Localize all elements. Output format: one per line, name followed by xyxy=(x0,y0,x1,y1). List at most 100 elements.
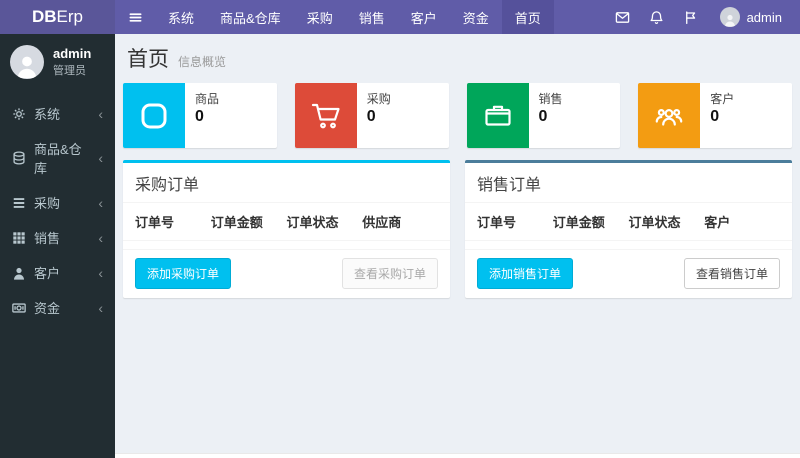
add-purchase-order-button[interactable]: 添加采购订单 xyxy=(135,258,232,289)
sidebar-user-panel: admin 管理员 xyxy=(0,34,115,92)
add-sales-order-button[interactable]: 添加销售订单 xyxy=(477,258,574,289)
stat-content: 客户 0 xyxy=(700,83,744,148)
stat-card-purchase: 采购 0 xyxy=(294,83,449,148)
column-header: 订单号 xyxy=(477,215,517,230)
messages-button[interactable] xyxy=(606,0,640,34)
person-icon xyxy=(723,13,737,27)
stat-content: 销售 0 xyxy=(529,83,573,148)
nav-item-purchase[interactable]: 采购 xyxy=(294,0,346,34)
stat-card-products: 商品 0 xyxy=(123,83,277,148)
nav-item-label: 首页 xyxy=(514,10,541,26)
stat-value: 0 xyxy=(538,108,548,125)
chevron-left-icon xyxy=(98,301,103,315)
stat-label: 销售 xyxy=(538,92,563,106)
nav-item-home[interactable]: 首页 xyxy=(501,0,554,34)
chevron-left-icon xyxy=(98,107,103,121)
database-icon xyxy=(12,151,26,165)
top-nav: 系统 商品&仓库 采购 销售 客户 资金 首页 xyxy=(115,0,554,34)
main-content: 首页 信息概览 商品 0 采购 0 销售 0 客户 0 采购订单 订单号 订单金… xyxy=(115,0,800,298)
sidebar-item-label: 采购 xyxy=(34,196,61,211)
avatar xyxy=(719,7,740,27)
tasks-button[interactable] xyxy=(674,0,708,34)
sidebar-item-goods-warehouse[interactable]: 商品&仓库 xyxy=(0,131,115,185)
sidebar-item-system[interactable]: 系统 xyxy=(0,96,115,131)
customers-icon xyxy=(653,100,685,132)
username-label: admin xyxy=(746,9,782,25)
chevron-left-icon xyxy=(98,196,103,210)
stat-card-sales: 销售 0 xyxy=(466,83,621,148)
nav-item-label: 采购 xyxy=(306,10,333,26)
content-header: 首页 信息概览 xyxy=(123,34,792,83)
sidebar-item-label: 资金 xyxy=(34,301,61,316)
purchase-orders-panel: 采购订单 订单号 订单金额 订单状态 供应商 添加采购订单 查看采购订单 xyxy=(123,160,450,298)
nav-item-system[interactable]: 系统 xyxy=(155,0,207,34)
sidebar-toggle-button[interactable] xyxy=(115,0,155,34)
notifications-button[interactable] xyxy=(640,0,674,34)
stat-content: 采购 0 xyxy=(357,83,401,148)
nav-item-sales[interactable]: 销售 xyxy=(346,0,398,34)
sidebar-user-name: admin xyxy=(53,45,92,61)
cogs-icon xyxy=(12,107,26,121)
page-title: 首页 xyxy=(127,48,169,71)
stat-card-customers: 客户 0 xyxy=(638,83,792,148)
nav-item-goods-warehouse[interactable]: 商品&仓库 xyxy=(207,0,294,34)
sidebar-user-info: admin 管理员 xyxy=(53,46,91,78)
stat-value: 0 xyxy=(710,108,720,125)
nav-item-label: 销售 xyxy=(358,10,385,26)
panel-title: 采购订单 xyxy=(135,177,200,194)
stat-label: 客户 xyxy=(710,92,735,106)
sidebar: admin 管理员 系统 商品&仓库 采购 销售 客户 xyxy=(0,34,115,458)
envelope-icon xyxy=(615,10,630,25)
hamburger-icon xyxy=(128,10,143,25)
panel-title: 销售订单 xyxy=(477,177,542,194)
column-header: 订单金额 xyxy=(210,215,263,230)
sidebar-item-customers[interactable]: 客户 xyxy=(0,255,115,290)
list-icon xyxy=(12,196,26,210)
stat-icon-box xyxy=(294,83,357,148)
panel-footer: 添加采购订单 查看采购订单 xyxy=(123,250,450,298)
flag-icon xyxy=(683,10,698,25)
stat-value: 0 xyxy=(366,108,376,125)
stat-icon-box xyxy=(638,83,701,148)
top-navbar: DB Erp 系统 商品&仓库 采购 销售 客户 资金 首页 admin xyxy=(0,0,800,34)
column-header: 订单状态 xyxy=(628,215,681,230)
sales-orders-panel: 销售订单 订单号 订单金额 订单状态 客户 添加销售订单 查看销售订单 xyxy=(465,160,792,298)
nav-item-label: 系统 xyxy=(168,10,195,26)
brand-logo-bold: DB xyxy=(31,7,57,26)
page-subtitle: 信息概览 xyxy=(178,55,227,69)
sidebar-user-role: 管理员 xyxy=(53,65,86,78)
sidebar-item-label: 系统 xyxy=(34,107,61,122)
chevron-left-icon xyxy=(98,231,103,245)
brand-logo[interactable]: DB Erp xyxy=(0,0,115,34)
user-menu[interactable]: admin xyxy=(708,7,788,27)
sidebar-item-label: 客户 xyxy=(34,266,61,281)
column-header: 供应商 xyxy=(362,215,402,230)
money-icon xyxy=(12,301,26,315)
sidebar-item-funds[interactable]: 资金 xyxy=(0,290,115,325)
sidebar-item-purchase[interactable]: 采购 xyxy=(0,185,115,220)
sidebar-menu: 系统 商品&仓库 采购 销售 客户 资金 xyxy=(0,96,115,325)
sidebar-item-sales[interactable]: 销售 xyxy=(0,220,115,255)
column-header: 订单状态 xyxy=(286,215,339,230)
stats-row: 商品 0 采购 0 销售 0 客户 0 xyxy=(123,83,792,148)
view-purchase-orders-button[interactable]: 查看采购订单 xyxy=(341,258,438,289)
brand-logo-light: Erp xyxy=(56,7,84,26)
panel-footer: 添加销售订单 查看销售订单 xyxy=(465,250,792,298)
stat-value: 0 xyxy=(195,108,204,125)
stat-label: 采购 xyxy=(366,92,391,106)
navbar-right: admin xyxy=(606,0,800,34)
briefcase-icon xyxy=(482,100,514,132)
nav-item-customers[interactable]: 客户 xyxy=(398,0,450,34)
nav-item-label: 资金 xyxy=(462,10,489,26)
nav-item-funds[interactable]: 资金 xyxy=(450,0,502,34)
avatar xyxy=(10,45,44,79)
view-sales-orders-button[interactable]: 查看销售订单 xyxy=(683,258,780,289)
column-header: 订单金额 xyxy=(552,215,605,230)
stat-icon-box xyxy=(123,83,185,148)
footer-strip xyxy=(115,453,800,458)
column-header: 订单号 xyxy=(135,215,175,230)
bell-icon xyxy=(649,10,664,25)
stat-content: 商品 0 xyxy=(185,83,229,148)
panels-row: 采购订单 订单号 订单金额 订单状态 供应商 添加采购订单 查看采购订单 销售订… xyxy=(123,160,792,298)
sidebar-item-label: 商品&仓库 xyxy=(34,142,82,176)
